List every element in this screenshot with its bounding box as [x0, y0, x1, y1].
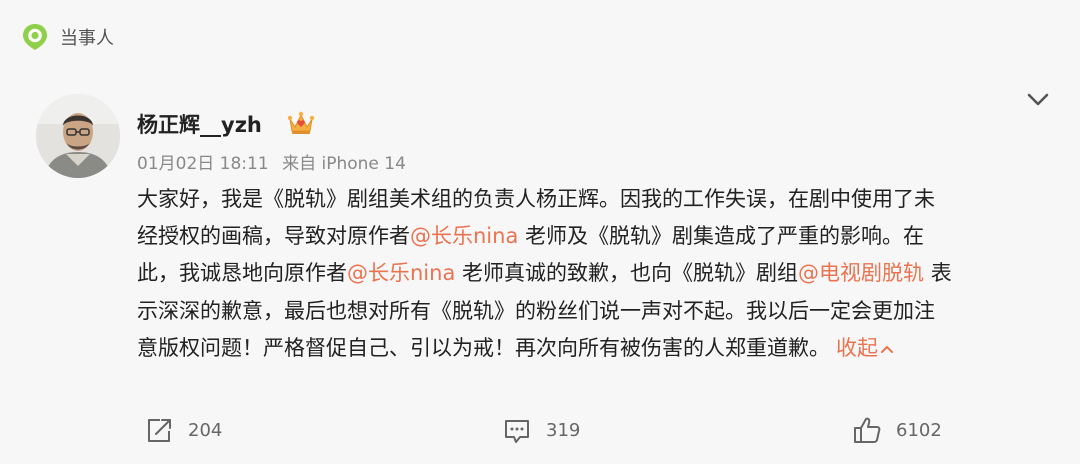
share-icon: [148, 419, 171, 442]
chevron-up-icon: [881, 345, 893, 353]
mention-link[interactable]: @长乐nina: [347, 261, 455, 285]
post-meta: 01月02日 18:11 来自 iPhone 14: [137, 149, 406, 174]
avatar-image: [36, 94, 120, 178]
mention-link[interactable]: @电视剧脱轨: [798, 261, 924, 285]
topic-header[interactable]: 当事人: [20, 22, 114, 52]
content-text: 表: [924, 261, 952, 286]
content-text: 老师真诚的致歉，也向《脱轨》剧组: [455, 261, 799, 286]
topic-label: 当事人: [60, 28, 114, 49]
share-count: 204: [188, 419, 223, 441]
content-line: 此，我诚恳地向原作者@长乐nina 老师真诚的致歉，也向《脱轨》剧组@电视剧脱轨…: [137, 255, 1052, 292]
chevron-down-icon[interactable]: [1024, 88, 1052, 112]
content-line: 意版权问题！严格督促自己、引以为戒！再次向所有被伤害的人郑重道歉。 收起: [137, 330, 1052, 367]
crown-badge-icon: [287, 111, 315, 134]
content-line: 大家好，我是《脱轨》剧组美术组的负责人杨正辉。因我的工作失误，在剧中使用了未: [137, 181, 1052, 218]
thumbs-up-icon: [854, 417, 881, 443]
comment-icon: [505, 420, 529, 443]
mention-link[interactable]: @长乐nina: [410, 224, 518, 248]
content-line: 示深深的歉意，最后也想对所有《脱轨》的粉丝们说一声对不起。我以后一定会更加注: [137, 293, 1052, 330]
post-date: 01月02日 18:11: [137, 154, 269, 174]
avatar[interactable]: [36, 94, 120, 178]
like-button[interactable]: 6102: [852, 414, 942, 446]
share-button[interactable]: 204: [144, 414, 222, 446]
comment-button[interactable]: 319: [502, 414, 580, 446]
post-content: 大家好，我是《脱轨》剧组美术组的负责人杨正辉。因我的工作失误，在剧中使用了未 经…: [137, 181, 1052, 367]
content-text: 此，我诚恳地向原作者: [137, 261, 347, 286]
content-text: 大家好，我是《脱轨》剧组美术组的负责人杨正辉。因我的工作失误，在剧中使用了未: [137, 187, 935, 211]
content-text: 老师及《脱轨》剧集造成了严重的影响。在: [518, 224, 925, 249]
content-text: 示深深的歉意，最后也想对所有《脱轨》的粉丝们说一声对不起。我以后一定会更加注: [137, 298, 935, 323]
collapse-label: 收起: [836, 335, 878, 360]
content-text: 意版权问题！严格督促自己、引以为戒！再次向所有被伤害的人郑重道歉。: [137, 335, 830, 360]
content-text: 经授权的画稿，导致对原作者: [137, 224, 410, 249]
post-source: 来自 iPhone 14: [282, 154, 406, 174]
location-pin-icon: [23, 24, 47, 50]
content-line: 经授权的画稿，导致对原作者@长乐nina 老师及《脱轨》剧集造成了严重的影响。在: [137, 218, 1052, 255]
comment-count: 319: [546, 419, 581, 441]
username[interactable]: 杨正辉__yzh: [137, 109, 262, 139]
collapse-button[interactable]: 收起: [836, 336, 894, 360]
like-count: 6102: [896, 419, 942, 441]
